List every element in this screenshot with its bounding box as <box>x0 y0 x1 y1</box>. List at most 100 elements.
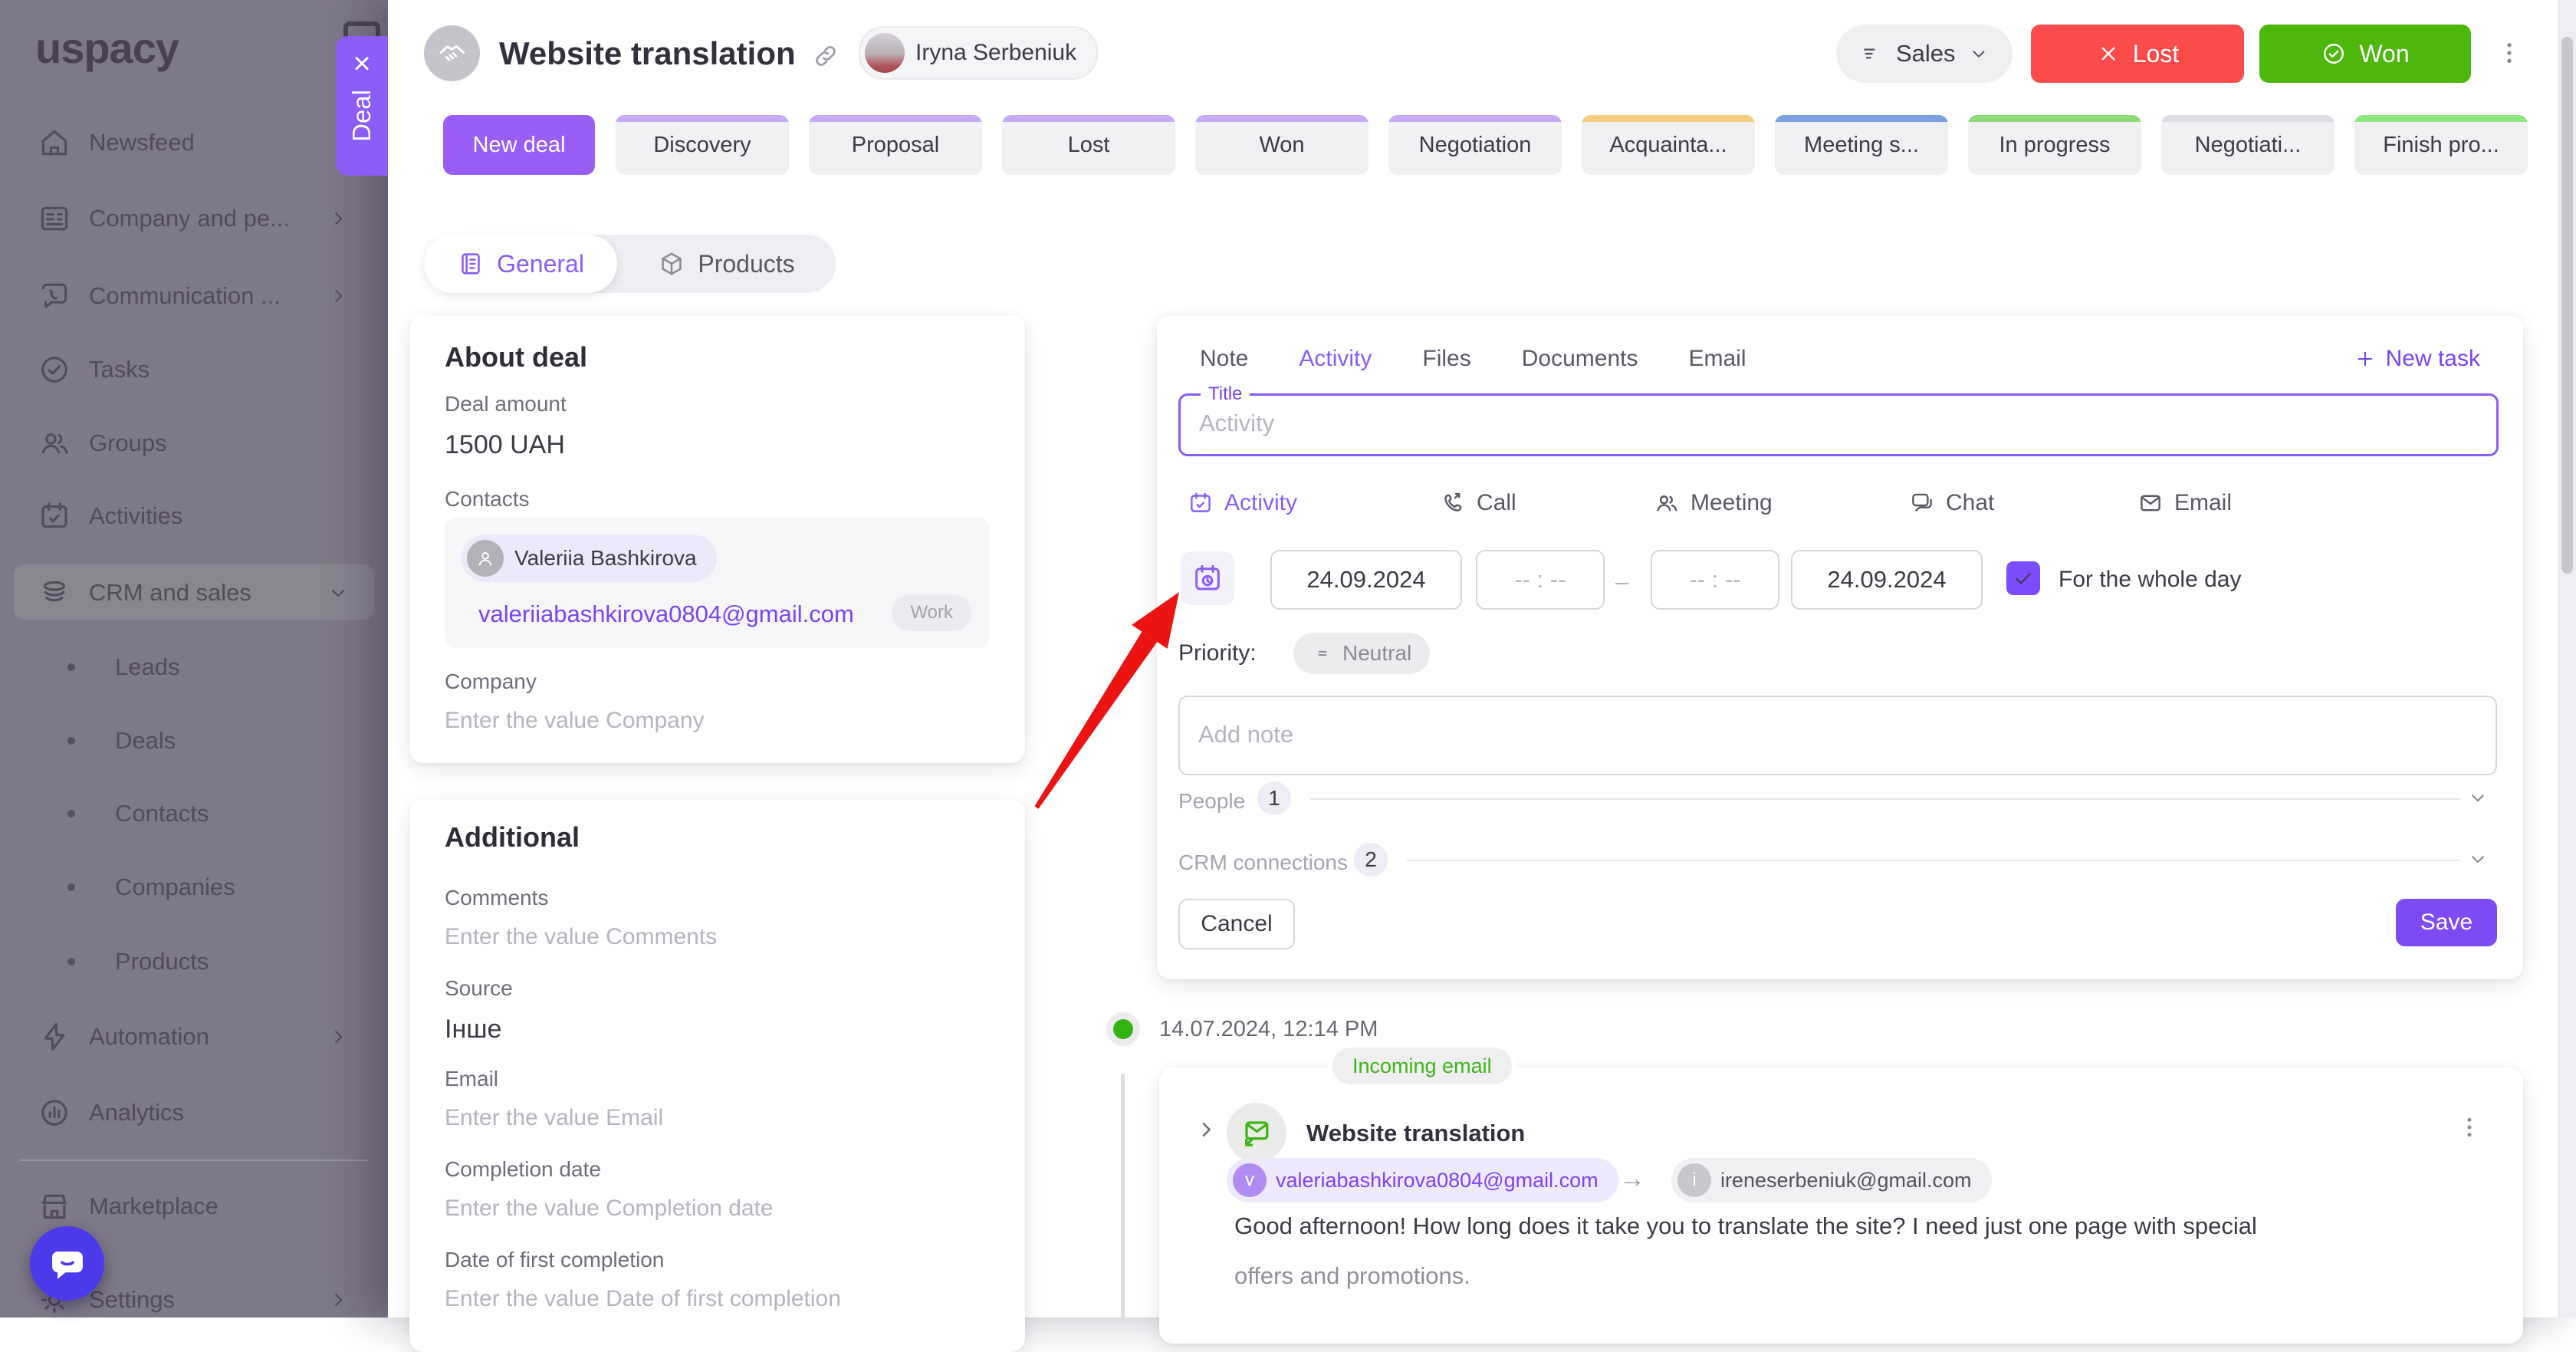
sidebar-item-groups[interactable]: Groups <box>0 418 388 469</box>
email-from-chip[interactable]: v valeriabashkirova0804@gmail.com <box>1227 1158 1618 1202</box>
sidebar-item-activities[interactable]: Activities <box>0 491 388 541</box>
stage-chip-proposal[interactable]: Proposal <box>809 115 982 175</box>
stage-chip-new-deal[interactable]: New deal <box>443 115 595 175</box>
field-value[interactable]: Інше <box>445 1015 501 1044</box>
stage-chip-won[interactable]: Won <box>1195 115 1368 175</box>
stage-chip-acquainta[interactable]: Acquainta... <box>1582 115 1755 175</box>
composer-tab-note[interactable]: Note <box>1200 346 1248 372</box>
end-date-field[interactable]: 24.09.2024 <box>1791 550 1983 610</box>
stage-label: Won <box>1259 133 1304 158</box>
company-placeholder[interactable]: Enter the value Company <box>445 708 705 734</box>
chat-icon <box>1909 490 1935 516</box>
sidebar-item-company-and-pe[interactable]: Company and pe... <box>0 193 388 244</box>
owner-chip[interactable]: Iryna Serbeniuk <box>859 26 1098 80</box>
composer-tab-activity[interactable]: Activity <box>1299 346 1372 372</box>
field-placeholder[interactable]: Enter the value Completion date <box>445 1196 774 1222</box>
sidebar-item-communication[interactable]: Communication ... <box>0 271 388 321</box>
filter-icon <box>1859 41 1884 66</box>
sidebar-item-deals[interactable]: Deals <box>0 715 388 766</box>
contact-email-link[interactable]: valeriiabashkirova0804@gmail.com <box>478 600 854 628</box>
email-to-chip[interactable]: i ireneserbeniuk@gmail.com <box>1671 1158 1992 1202</box>
lost-button[interactable]: Lost <box>2031 25 2244 83</box>
chat-launcher-button[interactable] <box>30 1226 104 1301</box>
cancel-button[interactable]: Cancel <box>1178 899 1295 949</box>
stage-chip-negotiation[interactable]: Negotiation <box>1388 115 1562 175</box>
activity-type-label: Meeting <box>1691 490 1773 516</box>
sidebar-item-marketplace[interactable]: Marketplace <box>0 1181 388 1232</box>
deal-avatar <box>424 25 480 81</box>
sidebar-item-leads[interactable]: Leads <box>0 642 388 692</box>
bullet-icon <box>67 958 75 965</box>
stage-chip-lost[interactable]: Lost <box>1002 115 1175 175</box>
sidebar-item-products[interactable]: Products <box>0 936 388 987</box>
copy-link-icon[interactable] <box>811 41 840 71</box>
more-options-icon[interactable] <box>2495 38 2524 67</box>
phone-icon <box>1440 490 1466 516</box>
stage-chip-in-progress[interactable]: In progress <box>1968 115 2141 175</box>
page-title: Website translation <box>499 35 796 72</box>
person-icon <box>475 548 496 569</box>
app-logo[interactable]: uspacy <box>35 23 179 73</box>
deal-amount-value[interactable]: 1500 UAH <box>445 430 565 460</box>
deal-tab-label: Deal <box>347 90 376 142</box>
composer-tab-files[interactable]: Files <box>1422 346 1470 372</box>
company-label: Company <box>445 669 537 694</box>
activity-type-call[interactable]: Call <box>1440 485 1516 521</box>
stage-chip-discovery[interactable]: Discovery <box>616 115 789 175</box>
pipeline-select[interactable]: Sales <box>1836 25 2013 83</box>
stage-chip-meeting-s[interactable]: Meeting s... <box>1775 115 1948 175</box>
new-task-button[interactable]: New task <box>2354 346 2480 372</box>
activity-type-chat[interactable]: Chat <box>1909 485 1994 521</box>
stage-chip-finish-pro[interactable]: Finish pro... <box>2354 115 2528 175</box>
sidebar-item-contacts[interactable]: Contacts <box>0 788 388 839</box>
notebook-icon <box>457 250 485 278</box>
sidebar-item-tasks[interactable]: Tasks <box>0 344 388 395</box>
priority-chip[interactable]: Neutral <box>1293 633 1430 674</box>
start-time-field[interactable]: -- : -- <box>1476 550 1605 610</box>
whole-day-label[interactable]: For the whole day <box>2058 567 2241 593</box>
deal-slideover-tab[interactable]: × Deal <box>336 36 388 176</box>
activity-type-activity[interactable]: Activity <box>1188 485 1297 521</box>
end-time-field[interactable]: -- : -- <box>1651 550 1779 610</box>
sidebar-item-label: Analytics <box>89 1099 184 1127</box>
people-expand-chevron-icon[interactable] <box>2466 786 2489 809</box>
sidebar-item-analytics[interactable]: Analytics <box>0 1087 388 1138</box>
sidebar-item-label: Deals <box>115 727 176 755</box>
about-deal-card: About deal Deal amount 1500 UAH Contacts… <box>409 315 1025 763</box>
date-picker-button[interactable] <box>1181 551 1234 605</box>
start-date-field[interactable]: 24.09.2024 <box>1270 550 1462 610</box>
composer-tab-documents[interactable]: Documents <box>1522 346 1638 372</box>
package-icon <box>658 250 685 278</box>
email-more-options-icon[interactable] <box>2456 1114 2483 1141</box>
activity-type-meeting[interactable]: Meeting <box>1654 485 1773 521</box>
tab-products[interactable]: Products <box>617 235 836 293</box>
save-button[interactable]: Save <box>2396 899 2497 946</box>
expand-chevron-icon[interactable] <box>1193 1117 1219 1143</box>
crm-expand-chevron-icon[interactable] <box>2466 847 2489 870</box>
activity-type-email[interactable]: Email <box>2137 485 2232 521</box>
stage-label: Finish pro... <box>2383 133 2499 158</box>
note-input[interactable] <box>1197 699 2465 771</box>
stage-color-bar <box>616 115 789 122</box>
plus-icon <box>2354 347 2377 370</box>
tab-general[interactable]: General <box>424 235 617 293</box>
won-button[interactable]: Won <box>2259 25 2471 83</box>
stage-chip-negotiati[interactable]: Negotiati... <box>2161 115 2334 175</box>
sidebar-item-newsfeed[interactable]: Newsfeed <box>0 117 388 168</box>
field-placeholder[interactable]: Enter the value Email <box>445 1105 663 1131</box>
close-icon[interactable]: × <box>353 48 370 79</box>
owner-avatar <box>865 33 905 73</box>
analytics-icon <box>37 1096 72 1130</box>
sidebar-item-crm-and-sales[interactable]: CRM and sales <box>0 567 388 618</box>
whole-day-checkbox[interactable] <box>2006 561 2040 595</box>
composer-tab-email[interactable]: Email <box>1688 346 1746 372</box>
contact-chip[interactable]: Valeriia Bashkirova <box>462 535 717 582</box>
field-placeholder[interactable]: Enter the value Comments <box>445 924 717 950</box>
activity-title-input[interactable] <box>1198 398 2466 449</box>
arrow-right-icon: → <box>1619 1164 1645 1194</box>
sidebar-item-companies[interactable]: Companies <box>0 862 388 913</box>
sidebar-item-automation[interactable]: Automation <box>0 1012 388 1062</box>
activity-type-label: Email <box>2174 490 2232 516</box>
field-placeholder[interactable]: Enter the value Date of first completion <box>445 1286 841 1312</box>
scrollbar-thumb[interactable] <box>2561 37 2573 574</box>
